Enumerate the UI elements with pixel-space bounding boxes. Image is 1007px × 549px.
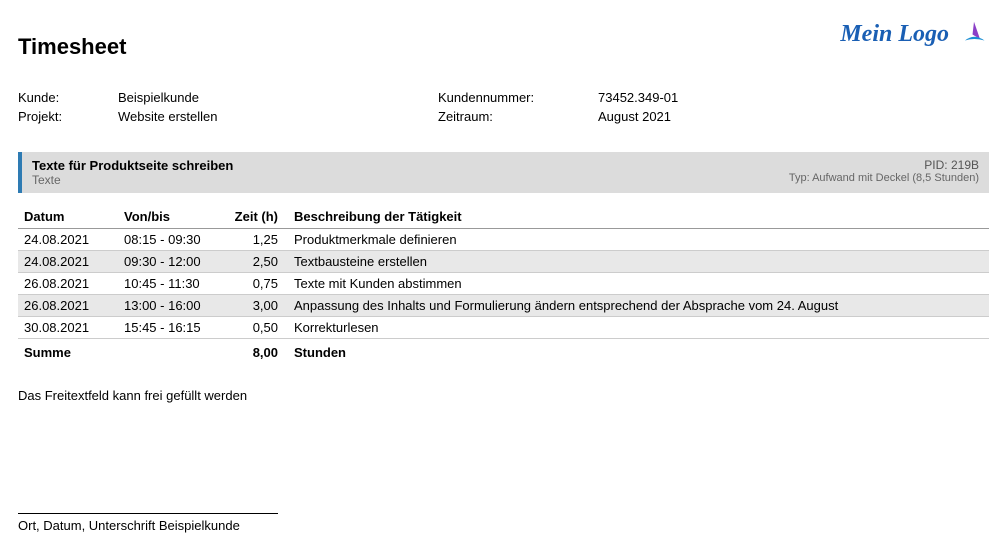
logo-text: Mein Logo [840, 21, 949, 48]
freetext: Das Freitextfeld kann frei gefüllt werde… [18, 388, 989, 403]
table-header-row: Datum Von/bis Zeit (h) Beschreibung der … [18, 205, 989, 229]
section-pid: PID: 219B [789, 158, 979, 172]
cell-vonbis: 08:15 - 09:30 [118, 229, 228, 251]
table-row: 24.08.202108:15 - 09:301,25Produktmerkma… [18, 229, 989, 251]
cell-zeit: 1,25 [228, 229, 288, 251]
kundennummer-value: 73452.349-01 [598, 90, 989, 105]
page-title: Timesheet [18, 16, 126, 60]
cell-datum: 26.08.2021 [18, 273, 118, 295]
table-body: 24.08.202108:15 - 09:301,25Produktmerkma… [18, 229, 989, 339]
zeitraum-value: August 2021 [598, 109, 989, 124]
section-header: Texte für Produktseite schreiben Texte P… [18, 152, 989, 193]
section-subtitle: Texte [32, 173, 233, 187]
col-beschreibung-header: Beschreibung der Tätigkeit [288, 205, 989, 229]
cell-datum: 30.08.2021 [18, 317, 118, 339]
cell-vonbis: 10:45 - 11:30 [118, 273, 228, 295]
cell-datum: 24.08.2021 [18, 229, 118, 251]
zeitraum-label: Zeitraum: [438, 109, 598, 124]
header: Timesheet Mein Logo [18, 16, 989, 60]
logo-icon [959, 18, 989, 51]
table-summary-row: Summe 8,00 Stunden [18, 339, 989, 367]
table-row: 26.08.202110:45 - 11:300,75Texte mit Kun… [18, 273, 989, 295]
cell-zeit: 3,00 [228, 295, 288, 317]
summary-unit: Stunden [288, 339, 989, 367]
signature-line [18, 513, 278, 514]
col-datum-header: Datum [18, 205, 118, 229]
meta-info: Kunde: Beispielkunde Kundennummer: 73452… [18, 90, 989, 124]
kunde-label: Kunde: [18, 90, 118, 105]
cell-zeit: 2,50 [228, 251, 288, 273]
cell-beschreibung: Anpassung des Inhalts und Formulierung ä… [288, 295, 989, 317]
cell-beschreibung: Textbausteine erstellen [288, 251, 989, 273]
kunde-value: Beispielkunde [118, 90, 438, 105]
col-zeit-header: Zeit (h) [228, 205, 288, 229]
kundennummer-label: Kundennummer: [438, 90, 598, 105]
col-vonbis-header: Von/bis [118, 205, 228, 229]
summary-zeit: 8,00 [228, 339, 288, 367]
summary-label: Summe [18, 339, 118, 367]
cell-beschreibung: Texte mit Kunden abstimmen [288, 273, 989, 295]
table-row: 30.08.202115:45 - 16:150,50Korrekturlese… [18, 317, 989, 339]
section-typ: Typ: Aufwand mit Deckel (8,5 Stunden) [789, 172, 979, 184]
cell-zeit: 0,75 [228, 273, 288, 295]
cell-beschreibung: Produktmerkmale definieren [288, 229, 989, 251]
projekt-value: Website erstellen [118, 109, 438, 124]
cell-vonbis: 09:30 - 12:00 [118, 251, 228, 273]
cell-vonbis: 13:00 - 16:00 [118, 295, 228, 317]
table-row: 26.08.202113:00 - 16:003,00Anpassung des… [18, 295, 989, 317]
signature-caption: Ort, Datum, Unterschrift Beispielkunde [18, 518, 989, 533]
table-row: 24.08.202109:30 - 12:002,50Textbausteine… [18, 251, 989, 273]
timesheet-table: Datum Von/bis Zeit (h) Beschreibung der … [18, 205, 989, 366]
signature-block: Ort, Datum, Unterschrift Beispielkunde [18, 513, 989, 533]
logo: Mein Logo [840, 16, 989, 51]
section-title: Texte für Produktseite schreiben [32, 158, 233, 173]
cell-datum: 24.08.2021 [18, 251, 118, 273]
projekt-label: Projekt: [18, 109, 118, 124]
cell-datum: 26.08.2021 [18, 295, 118, 317]
cell-beschreibung: Korrekturlesen [288, 317, 989, 339]
cell-vonbis: 15:45 - 16:15 [118, 317, 228, 339]
cell-zeit: 0,50 [228, 317, 288, 339]
